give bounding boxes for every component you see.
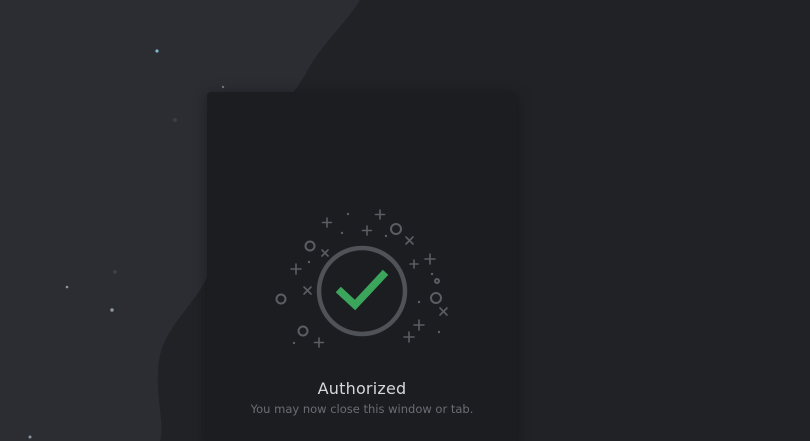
- sparkle-x-icon: [321, 249, 329, 257]
- sparkle-dot: [28, 435, 32, 439]
- status-title: Authorized: [317, 379, 407, 398]
- sparkle-plus-icon: [374, 209, 386, 220]
- sparkle-plus-icon: [361, 225, 373, 236]
- confetti-circle-icon: [430, 292, 442, 304]
- status-message: You may now close this window or tab.: [250, 402, 474, 416]
- sparkle-dot: [155, 49, 159, 53]
- sparkle-plus-icon: [321, 217, 333, 228]
- sparkle-plus-icon: [403, 331, 415, 343]
- sparkle-plus-icon: [413, 319, 425, 331]
- confetti-circle-icon: [434, 278, 440, 284]
- sparkle-dot: [65, 285, 69, 289]
- sparkle-plus-icon: [290, 263, 302, 275]
- confetti-circle-icon: [390, 223, 402, 235]
- sparkle-plus-icon: [313, 337, 325, 348]
- sparkle-dot: [221, 85, 225, 89]
- confetti-circle-icon: [304, 240, 316, 252]
- sparkle-x-icon: [303, 286, 312, 295]
- authorization-page: Authorized You may now close this window…: [0, 0, 810, 441]
- sparkle-plus-icon: [424, 253, 436, 265]
- authorized-illustration: [275, 209, 448, 348]
- sparkle-x-icon: [439, 307, 448, 316]
- confetti-circle-icon: [275, 293, 287, 305]
- sparkle-dot: [110, 308, 114, 312]
- sparkle-x-icon: [405, 236, 414, 245]
- confetti-circle-icon: [297, 325, 309, 337]
- status-ring: [316, 245, 408, 337]
- authorization-modal: Authorized You may now close this window…: [207, 92, 517, 441]
- sparkle-plus-icon: [409, 259, 419, 269]
